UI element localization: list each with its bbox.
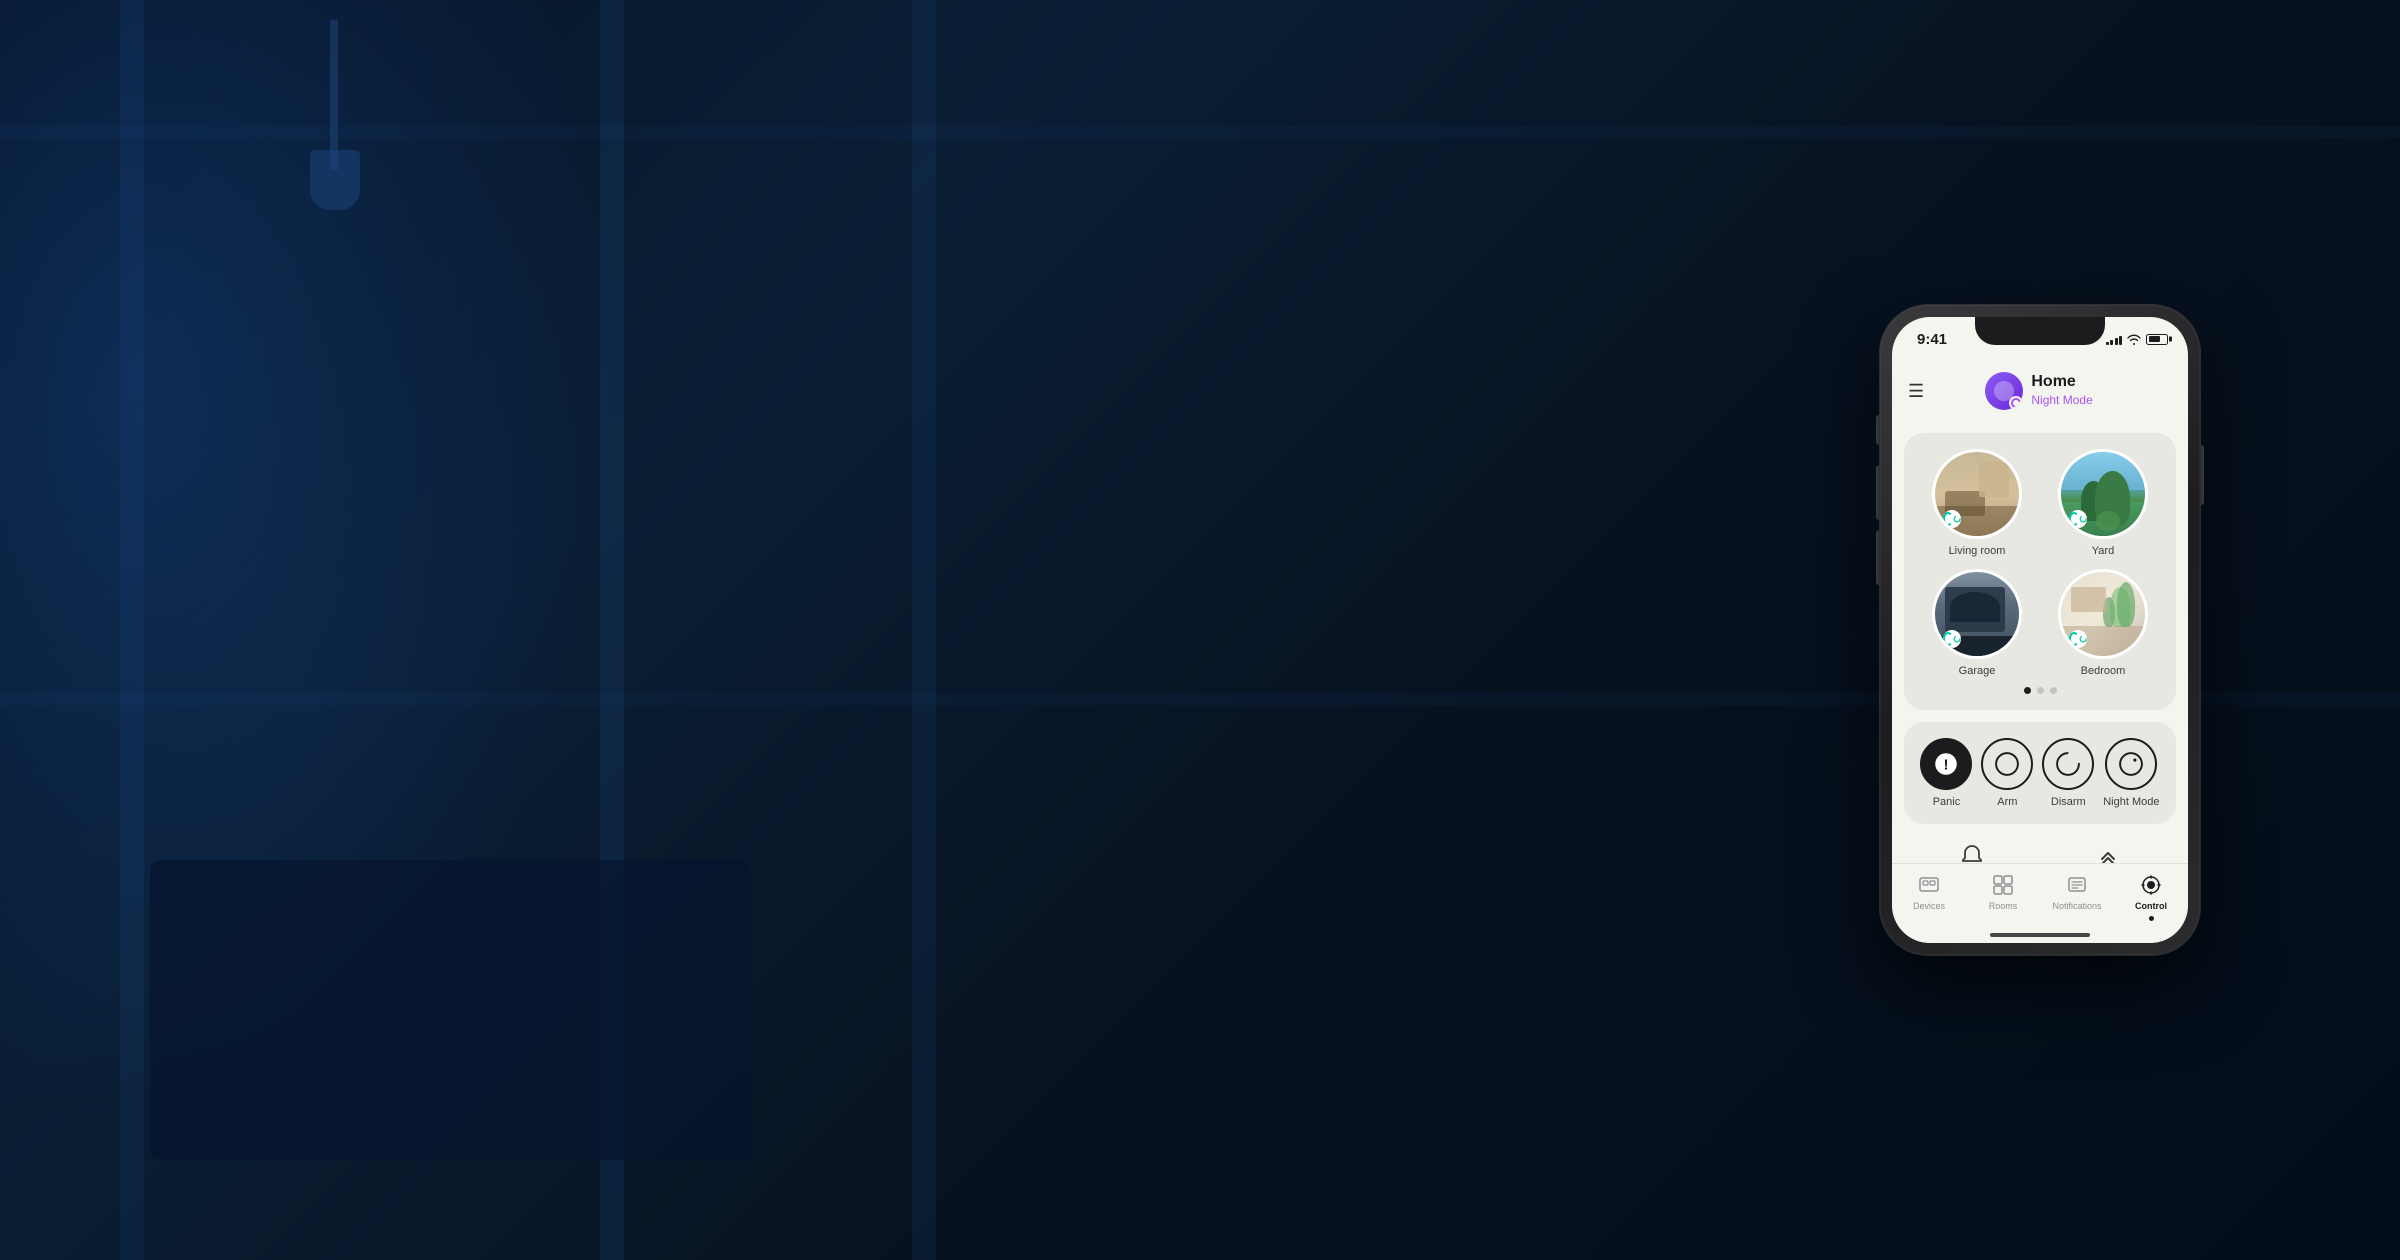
arm-icon bbox=[1981, 738, 2033, 790]
app-header: ☰ Home Night Mode bbox=[1892, 361, 2188, 421]
room-indicator-bedroom bbox=[2069, 630, 2087, 648]
room-indicator-garage bbox=[1943, 630, 1961, 648]
indicator-icon-yard bbox=[2079, 512, 2087, 526]
home-text: Home Night Mode bbox=[2031, 373, 2092, 409]
home-title: Home bbox=[2031, 373, 2092, 391]
main-content: Living room bbox=[1892, 421, 2188, 863]
pagination bbox=[1920, 687, 2160, 694]
rooms-card: Living room bbox=[1904, 433, 2176, 710]
quick-access-row bbox=[1904, 836, 2176, 863]
arrow-up-icon bbox=[2094, 842, 2122, 863]
room-indicator-yard bbox=[2069, 510, 2087, 528]
control-nav-icon bbox=[2138, 872, 2164, 898]
pagination-dot-2 bbox=[2050, 687, 2057, 694]
disarm-icon bbox=[2042, 738, 2094, 790]
notifications-svg bbox=[2066, 874, 2088, 896]
table bbox=[150, 860, 750, 1160]
arrow-up-button[interactable] bbox=[2094, 842, 2122, 863]
rooms-nav-icon bbox=[1990, 872, 2016, 898]
nav-notifications-label: Notifications bbox=[2052, 901, 2101, 911]
room-label-living: Living room bbox=[1949, 545, 2006, 557]
notifications-nav-icon bbox=[2064, 872, 2090, 898]
room-item-bedroom[interactable]: Bedroom bbox=[2046, 569, 2160, 677]
lamp-cord bbox=[330, 20, 338, 170]
room-item-yard[interactable]: Yard bbox=[2046, 449, 2160, 557]
home-info: Home Night Mode bbox=[1906, 372, 2172, 410]
room-label-yard: Yard bbox=[2092, 545, 2114, 557]
nav-rooms-label: Rooms bbox=[1989, 901, 2018, 911]
phone-device: 9:41 bbox=[1880, 305, 2200, 955]
panic-icon: ! bbox=[1920, 738, 1972, 790]
indicator-icon-garage bbox=[1953, 632, 1961, 646]
indicator-icon-bedroom bbox=[2079, 632, 2087, 646]
devices-nav-icon bbox=[1916, 872, 1942, 898]
panic-label: Panic bbox=[1933, 796, 1961, 808]
disarm-control[interactable]: Disarm bbox=[2042, 738, 2094, 808]
security-controls: ! Panic Arm bbox=[1916, 738, 2164, 808]
signal-icon bbox=[2106, 334, 2123, 345]
panic-svg: ! bbox=[1932, 750, 1960, 778]
security-card: ! Panic Arm bbox=[1904, 722, 2176, 824]
room-item-living[interactable]: Living room bbox=[1920, 449, 2034, 557]
rooms-svg bbox=[1992, 874, 2014, 896]
indicator-icon-living bbox=[1953, 512, 1961, 526]
room-circle-living bbox=[1932, 449, 2022, 539]
panic-control[interactable]: ! Panic bbox=[1920, 738, 1972, 808]
nav-devices-label: Devices bbox=[1913, 901, 1945, 911]
power-button bbox=[2200, 445, 2204, 505]
devices-svg bbox=[1918, 874, 1940, 896]
volume-up-button bbox=[1876, 465, 1880, 520]
home-mode: Night Mode bbox=[2031, 393, 2092, 407]
nav-devices[interactable]: Devices bbox=[1892, 872, 1966, 911]
nav-rooms[interactable]: Rooms bbox=[1966, 872, 2040, 911]
disarm-svg bbox=[2054, 750, 2082, 778]
notch bbox=[1975, 317, 2105, 345]
room-item-garage[interactable]: Garage bbox=[1920, 569, 2034, 677]
night-mode-svg bbox=[2117, 750, 2145, 778]
silent-switch bbox=[1876, 415, 1880, 445]
lamp-shade bbox=[310, 150, 360, 210]
phone-screen: 9:41 bbox=[1892, 317, 2188, 943]
volume-down-button bbox=[1876, 530, 1880, 585]
nav-control-label: Control bbox=[2135, 901, 2167, 911]
status-time: 9:41 bbox=[1917, 331, 1947, 348]
status-icons bbox=[2106, 334, 2169, 345]
pagination-dot-0 bbox=[2024, 687, 2031, 694]
nav-notifications[interactable]: Notifications bbox=[2040, 872, 2114, 911]
room-circle-bedroom bbox=[2058, 569, 2148, 659]
svg-text:!: ! bbox=[1944, 756, 1949, 773]
control-svg bbox=[2140, 874, 2162, 896]
nav-control[interactable]: Control bbox=[2114, 872, 2188, 921]
disarm-label: Disarm bbox=[2051, 796, 2086, 808]
room-label-bedroom: Bedroom bbox=[2081, 665, 2126, 677]
battery-icon bbox=[2146, 334, 2168, 345]
arm-label: Arm bbox=[1997, 796, 2017, 808]
avatar-badge bbox=[2009, 396, 2023, 410]
avatar bbox=[1985, 372, 2023, 410]
nav-active-dot bbox=[2149, 916, 2154, 921]
bell-icon bbox=[1958, 842, 1986, 863]
room-circle-yard bbox=[2058, 449, 2148, 539]
avatar-badge-icon bbox=[2012, 399, 2020, 407]
bottom-nav: Devices Rooms bbox=[1892, 863, 2188, 943]
night-mode-label: Night Mode bbox=[2103, 796, 2159, 808]
night-mode-control[interactable]: Night Mode bbox=[2103, 738, 2159, 808]
room-label-garage: Garage bbox=[1959, 665, 1996, 677]
pagination-dot-1 bbox=[2037, 687, 2044, 694]
wifi-icon bbox=[2127, 334, 2141, 345]
bell-button[interactable] bbox=[1958, 842, 1986, 863]
home-indicator bbox=[1990, 933, 2090, 937]
arm-control[interactable]: Arm bbox=[1981, 738, 2033, 808]
night-mode-icon bbox=[2105, 738, 2157, 790]
phone-shell: 9:41 bbox=[1880, 305, 2200, 955]
rooms-grid: Living room bbox=[1920, 449, 2160, 677]
room-indicator-living bbox=[1943, 510, 1961, 528]
arm-svg bbox=[1993, 750, 2021, 778]
room-circle-garage bbox=[1932, 569, 2022, 659]
